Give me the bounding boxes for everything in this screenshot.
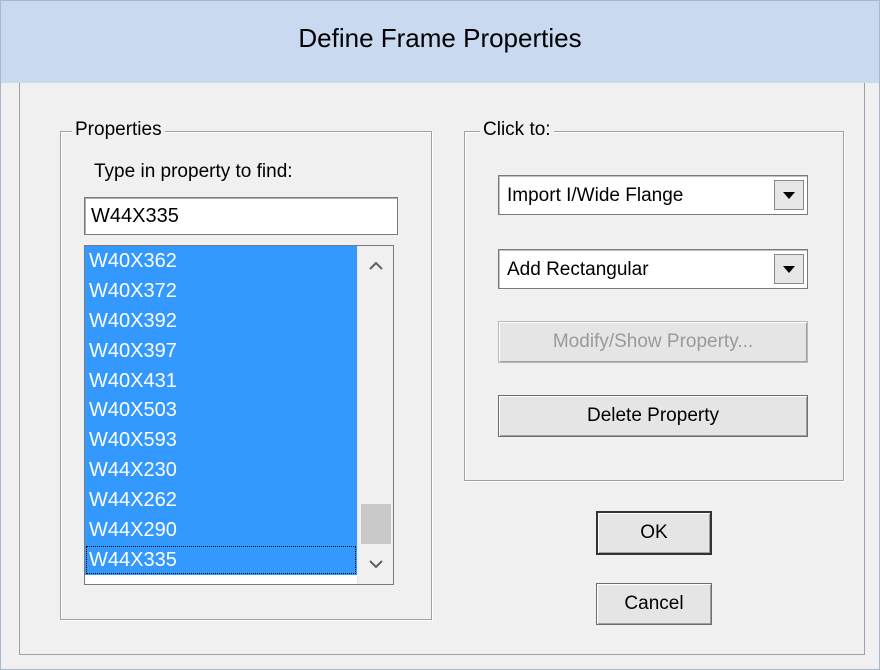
add-section-select[interactable]: Add Rectangular bbox=[498, 249, 808, 289]
list-item[interactable]: W40X503 bbox=[85, 395, 357, 426]
property-list-items: W40X362 W40X372 W40X392 W40X397 W40X431 … bbox=[85, 246, 357, 575]
delete-property-button[interactable]: Delete Property bbox=[498, 395, 808, 437]
scroll-down-button[interactable] bbox=[358, 548, 393, 582]
dialog-body: Properties Type in property to find: W44… bbox=[19, 83, 865, 655]
modify-show-property-button[interactable]: Modify/Show Property... bbox=[498, 321, 808, 363]
list-item[interactable]: W44X230 bbox=[85, 455, 357, 486]
list-item[interactable]: W44X262 bbox=[85, 485, 357, 516]
list-item[interactable]: W40X593 bbox=[85, 425, 357, 456]
list-item[interactable]: W40X397 bbox=[85, 335, 357, 366]
click-to-group-label: Click to: bbox=[480, 119, 554, 141]
ok-label: OK bbox=[640, 522, 668, 543]
import-section-select[interactable]: Import I/Wide Flange bbox=[498, 175, 808, 215]
list-item[interactable]: W40X392 bbox=[85, 305, 357, 336]
scroll-up-button[interactable] bbox=[358, 250, 393, 284]
add-section-value: Add Rectangular bbox=[507, 259, 649, 280]
list-item-selected[interactable]: W44X335 bbox=[85, 544, 357, 575]
property-list[interactable]: W40X362 W40X372 W40X392 W40X397 W40X431 … bbox=[84, 245, 394, 585]
import-section-value: Import I/Wide Flange bbox=[507, 185, 684, 206]
find-property-label: Type in property to find: bbox=[94, 161, 293, 182]
chevron-down-icon bbox=[369, 556, 383, 573]
delete-property-label: Delete Property bbox=[586, 405, 719, 426]
find-property-input[interactable]: W44X335 bbox=[84, 197, 398, 235]
list-item[interactable]: W40X431 bbox=[85, 365, 357, 396]
define-frame-properties-dialog: Define Frame Properties Properties Type … bbox=[0, 0, 880, 670]
cancel-button[interactable]: Cancel bbox=[596, 583, 712, 625]
chevron-up-icon bbox=[369, 258, 383, 275]
list-item[interactable]: W40X372 bbox=[85, 275, 357, 306]
triangle-down-icon[interactable] bbox=[774, 254, 804, 284]
modify-show-property-label: Modify/Show Property... bbox=[552, 331, 754, 352]
scroll-thumb[interactable] bbox=[361, 504, 391, 544]
triangle-down-icon[interactable] bbox=[774, 180, 804, 210]
cancel-label: Cancel bbox=[624, 593, 684, 614]
title-bar[interactable]: Define Frame Properties bbox=[1, 1, 879, 83]
property-list-scrollbar[interactable] bbox=[357, 246, 393, 584]
dialog-title: Define Frame Properties bbox=[298, 23, 582, 53]
properties-group-label: Properties bbox=[72, 119, 165, 141]
list-item[interactable]: W40X362 bbox=[85, 246, 357, 276]
ok-button[interactable]: OK bbox=[596, 511, 712, 555]
list-item[interactable]: W44X290 bbox=[85, 515, 357, 545]
